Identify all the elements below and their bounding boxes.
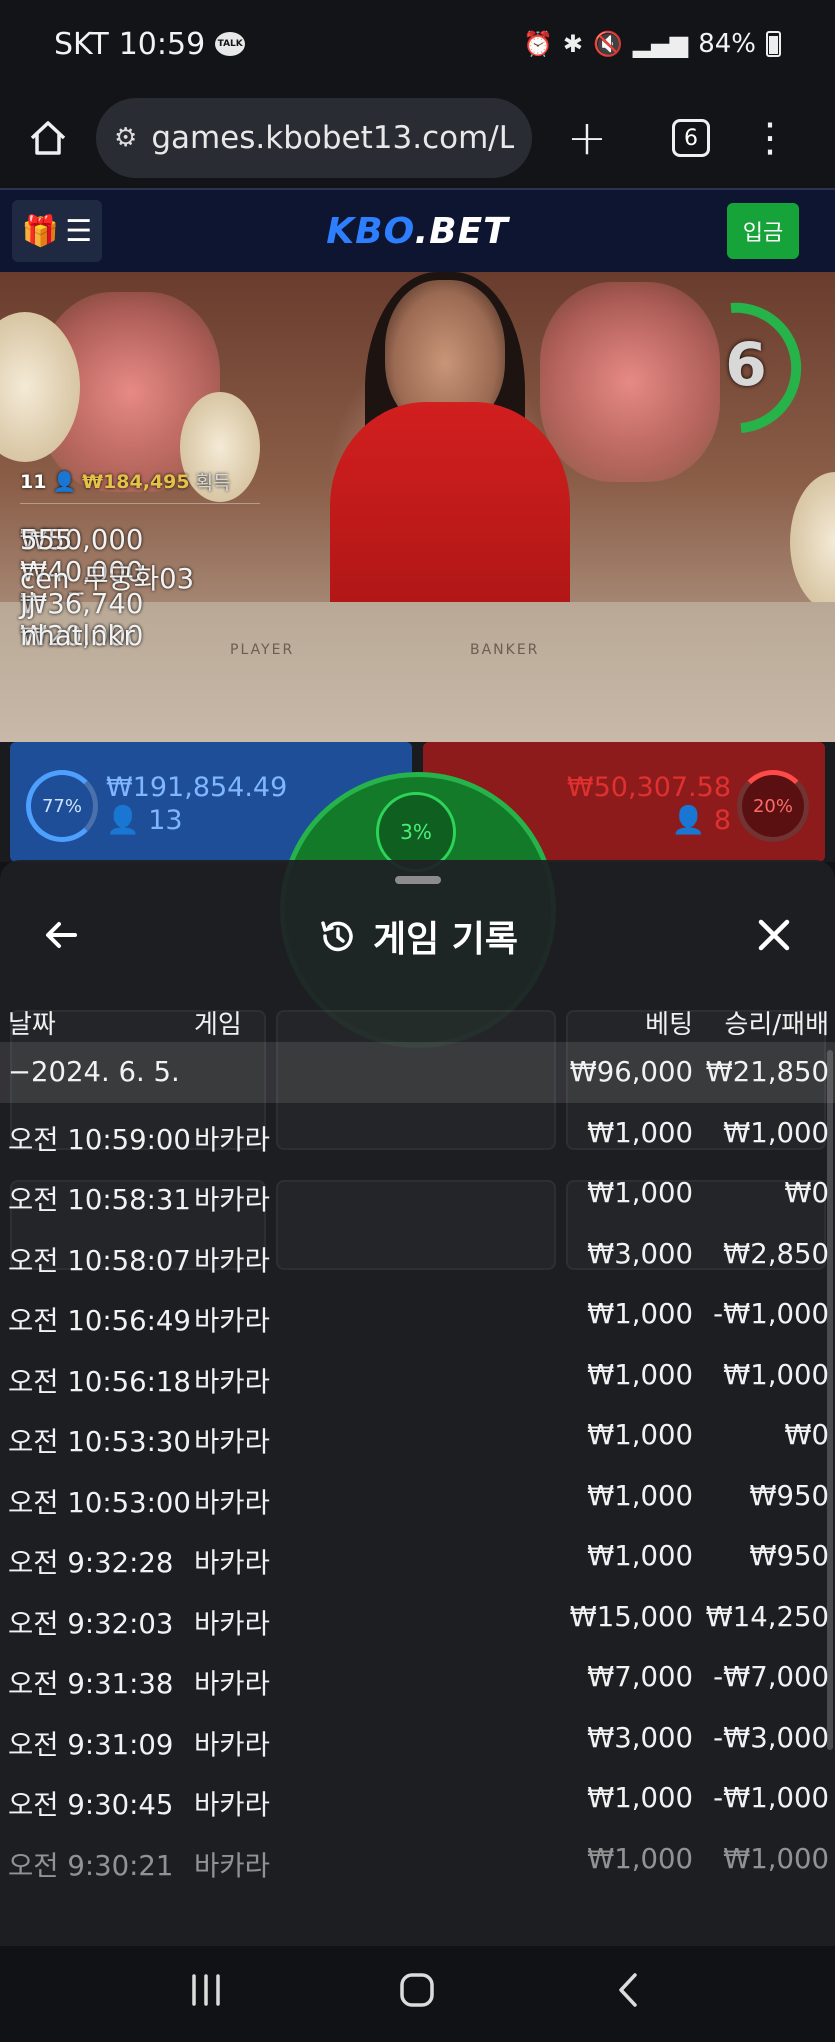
history-row[interactable]: 오전 10:53:00 바카라 ₩1,000 ₩950 (0, 1466, 835, 1527)
winner-row: ₩20,000 nhatlnkr (20, 620, 144, 652)
history-row[interactable]: 오전 10:58:07 바카라 ₩3,000 ₩2,850 (0, 1224, 835, 1285)
back-nav-icon[interactable] (589, 1970, 669, 2019)
column-result: 승리/패배 (724, 1010, 829, 1040)
signal-5g-icon: ▂▄▆ (632, 30, 689, 58)
history-row[interactable]: 오전 10:56:18 바카라 ₩1,000 ₩1,000 (0, 1345, 835, 1406)
person-icon: 👤 (52, 471, 77, 493)
winner-row: ₩36,740 Jj (20, 588, 144, 620)
winner-total: ₩184,495 (82, 470, 190, 493)
bluetooth-icon: ✱ (562, 30, 583, 58)
gift-icon: 🎁 (21, 213, 60, 249)
player-percent: 77% (26, 770, 98, 842)
status-bar: SKT 10:59 TALK ⏰ ✱ 🔇 ▂▄▆ 84% (0, 0, 835, 88)
history-row[interactable]: 오전 9:31:38 바카라 ₩7,000 -₩7,000 (0, 1647, 835, 1708)
history-row[interactable]: 오전 10:56:49 바카라 ₩1,000 -₩1,000 (0, 1284, 835, 1345)
alarm-icon: ⏰ (522, 30, 553, 58)
panel-title: 게임 기록 (0, 900, 835, 972)
group-bet-total: ₩96,000 (569, 1056, 693, 1088)
talk-icon: TALK (215, 32, 246, 56)
countdown-timer: 6 (701, 302, 809, 438)
column-game: 게임 (194, 1010, 242, 1040)
winner-row: ₩50,000 555 (20, 524, 144, 556)
banker-count: 👤 8 (671, 805, 731, 836)
timer-value: 6 (725, 330, 767, 400)
history-row[interactable]: 오전 9:31:09 바카라 ₩3,000 -₩3,000 (0, 1708, 835, 1769)
url-text: games.kbobet13.com/Lau (151, 120, 514, 156)
player-count: 👤 13 (106, 805, 183, 836)
winner-total-suffix: 획득 (195, 472, 231, 494)
address-bar[interactable]: ⚙ games.kbobet13.com/Lau (96, 98, 532, 178)
history-row[interactable]: 오전 9:32:03 바카라 ₩15,000 ₩14,250 (0, 1587, 835, 1648)
game-history-panel: 게임 기록 날짜 게임 베팅 승리/패배 −2024. 6. 5. ₩96,00… (0, 860, 835, 1946)
column-bet: 베팅 (645, 1010, 693, 1040)
player-amount: ₩191,854.49 (106, 772, 288, 803)
close-button[interactable] (747, 908, 801, 962)
history-table: −2024. 6. 5. ₩96,000 ₩21,850 오전 10:59:00… (0, 1042, 835, 1889)
system-nav-bar (0, 1946, 835, 2042)
home-nav-icon[interactable] (377, 1970, 457, 2019)
browser-toolbar: ⚙ games.kbobet13.com/Lau + 6 ⋮ (0, 88, 835, 188)
history-scrollbar[interactable] (827, 1050, 833, 1750)
history-row[interactable]: 오전 10:53:30 바카라 ₩1,000 ₩0 (0, 1405, 835, 1466)
tab-switcher-button[interactable]: 6 (672, 119, 710, 157)
group-date: −2024. 6. 5. (8, 1056, 180, 1088)
history-row[interactable]: 오전 10:59:00 바카라 ₩1,000 ₩1,000 (0, 1103, 835, 1164)
history-column-headers: 날짜 게임 베팅 승리/패배 (0, 990, 835, 1050)
drag-handle[interactable] (395, 876, 441, 884)
history-icon (321, 921, 353, 952)
carrier-label: SKT (54, 26, 109, 62)
new-tab-button[interactable]: + (532, 110, 642, 166)
deposit-button[interactable]: 입금 (727, 203, 799, 259)
history-row[interactable]: 오전 10:58:31 바카라 ₩1,000 ₩0 (0, 1163, 835, 1224)
home-icon (30, 121, 66, 155)
banker-percent: 20% (737, 770, 809, 842)
decor-blossom (540, 282, 720, 482)
panel-title-text: 게임 기록 (372, 919, 518, 960)
clock: 10:59 (118, 26, 206, 62)
date-group-row[interactable]: −2024. 6. 5. ₩96,000 ₩21,850 (0, 1042, 835, 1103)
site-header: 🎁 ☰ KBO.BET 입금 (0, 188, 835, 272)
battery-icon (766, 31, 781, 57)
banker-amount: ₩50,307.58 (566, 772, 731, 803)
table-banker-label: BANKER (470, 642, 540, 658)
screen: SKT 10:59 TALK ⏰ ✱ 🔇 ▂▄▆ 84% ⚙ games.kbo… (0, 0, 835, 2042)
home-button[interactable] (0, 118, 96, 158)
mute-icon: 🔇 (592, 30, 623, 58)
history-row[interactable]: 오전 9:30:45 바카라 ₩1,000 -₩1,000 (0, 1768, 835, 1829)
site-logo: KBO.BET (326, 210, 509, 252)
recent-apps-icon[interactable] (166, 1972, 246, 2017)
history-row[interactable]: 오전 9:32:28 바카라 ₩1,000 ₩950 (0, 1526, 835, 1587)
column-date: 날짜 (8, 1010, 56, 1040)
live-video: PLAYER BANKER 6 11 👤 ₩184,495 획득 ₩50,000… (0, 272, 835, 742)
close-icon (758, 919, 790, 951)
winner-count: 11 (20, 470, 47, 493)
person-icon: 👤 (106, 805, 149, 836)
winner-row: ₩40,000 cen_무궁화03 (20, 556, 195, 595)
group-result-total: ₩21,850 (705, 1056, 829, 1088)
battery-level: 84% (698, 29, 756, 59)
gift-menu-button[interactable]: 🎁 ☰ (12, 200, 102, 262)
table-player-label: PLAYER (230, 642, 295, 658)
bet-statistics: 77% ₩191,854.49 👤 13 ₩50,307.58 👤 8 20% … (0, 742, 835, 1048)
decor-lantern (790, 472, 835, 612)
winners-list: 11 👤 ₩184,495 획득 ₩50,000 555 ₩40,000 cen_무… (20, 468, 260, 652)
history-row[interactable]: 오전 9:30:21 바카라 ₩1,000 ₩1,000 (0, 1829, 835, 1890)
person-icon: 👤 (671, 805, 714, 836)
browser-menu-icon[interactable]: ⋮ (740, 115, 800, 161)
panel-header: 게임 기록 (0, 900, 835, 972)
hamburger-icon: ☰ (65, 213, 93, 249)
site-settings-icon[interactable]: ⚙ (114, 123, 137, 153)
